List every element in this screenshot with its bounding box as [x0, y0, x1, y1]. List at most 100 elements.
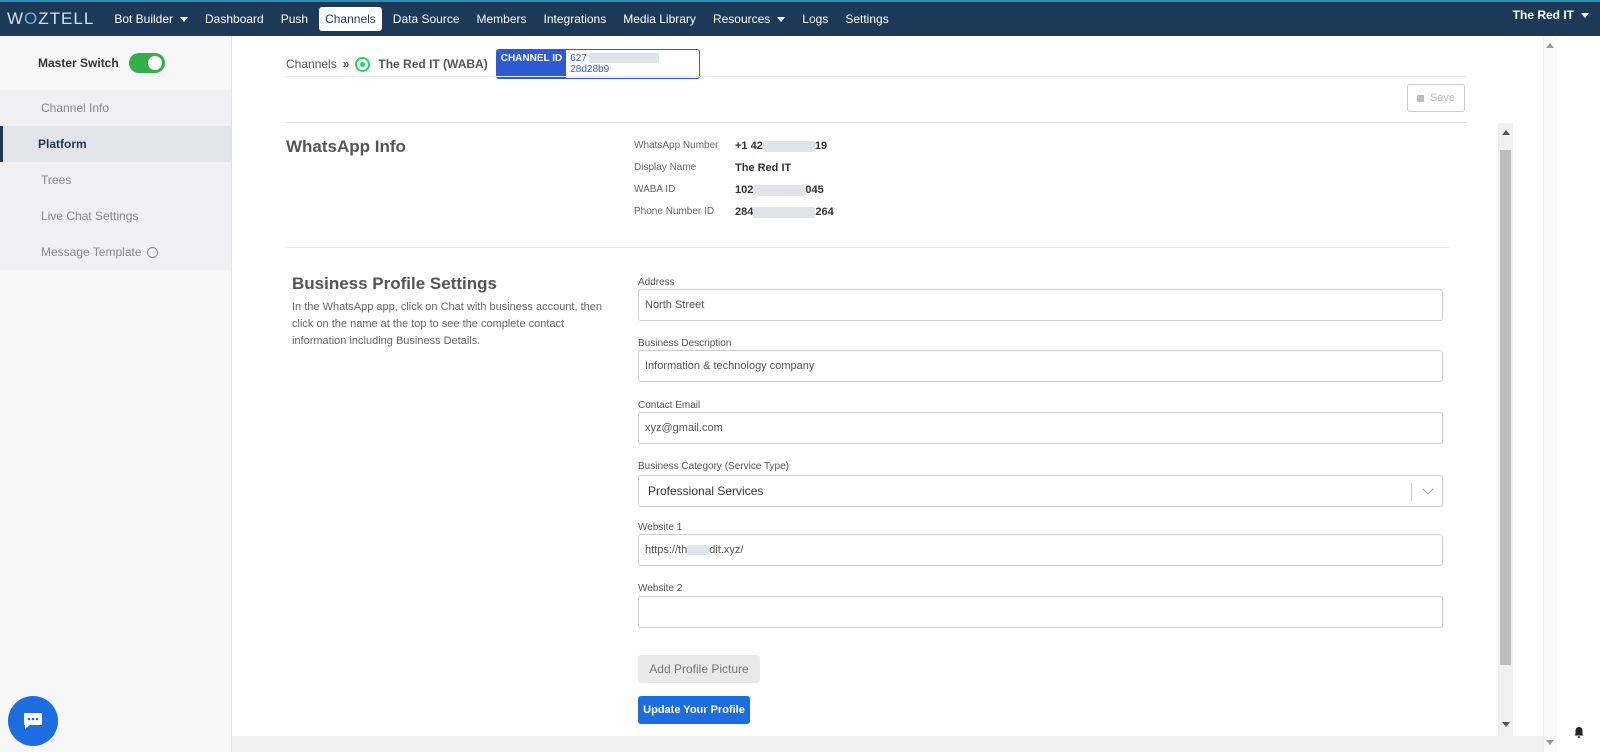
- master-switch-toggle[interactable]: [128, 53, 165, 73]
- info-label: WhatsApp Number: [634, 140, 719, 151]
- redaction-blur: [753, 184, 806, 196]
- info-label: Phone Number ID: [634, 206, 715, 217]
- update-profile-button[interactable]: Update Your Profile: [638, 696, 750, 724]
- divider: [286, 122, 1467, 123]
- value-prefix: +1 42: [735, 140, 763, 152]
- business-profile-title: Business Profile Settings: [292, 274, 497, 293]
- display-name-value: The Red IT: [735, 162, 792, 174]
- master-switch-label: Master Switch: [38, 56, 119, 70]
- nav-push[interactable]: Push: [275, 7, 314, 31]
- nav-members[interactable]: Members: [471, 7, 533, 31]
- sidebar-item-platform[interactable]: Platform: [0, 126, 231, 162]
- sidebar-menu: Channel Info Platform Trees Live Chat Se…: [0, 90, 231, 270]
- nav-settings[interactable]: Settings: [839, 7, 894, 31]
- whatsapp-number-value: +1 42 19: [735, 140, 827, 152]
- breadcrumb: Channels » The Red IT (WABA) CHANNEL ID …: [286, 49, 701, 79]
- redaction-blur: [687, 545, 710, 555]
- sidebar-item-label: Message Template: [41, 245, 142, 259]
- website-1-field[interactable]: https://th dit.xyz/: [638, 534, 1443, 566]
- channel-id-badge: CHANNEL ID 62728d28b9: [495, 49, 701, 79]
- channel-id-label: CHANNEL ID: [496, 50, 567, 78]
- website-2-field[interactable]: [638, 596, 1443, 628]
- business-profile-description: In the WhatsApp app, click on Chat with …: [292, 301, 603, 347]
- waba-id-value: 102 045: [735, 184, 824, 196]
- value-prefix: https://th: [645, 544, 688, 556]
- scroll-up-icon[interactable]: [1502, 130, 1510, 135]
- whatsapp-icon: [355, 56, 371, 72]
- nav-resources[interactable]: Resources: [707, 7, 791, 31]
- bell-icon[interactable]: [1573, 726, 1585, 738]
- select-separator: [1411, 483, 1412, 501]
- info-label: WABA ID: [634, 184, 676, 195]
- main-content: Channels » The Red IT (WABA) CHANNEL ID …: [232, 36, 1543, 736]
- contact-email-label: Contact Email: [638, 400, 701, 411]
- divider: [286, 247, 1449, 248]
- nav-data-source[interactable]: Data Source: [387, 7, 466, 31]
- redaction-blur: [753, 206, 816, 218]
- divider: [286, 76, 1467, 77]
- chevron-down-icon: [1422, 483, 1434, 495]
- value-suffix: 264: [815, 206, 834, 218]
- chevron-down-icon: [180, 16, 189, 22]
- channel-id-suffix: 28d28b9: [570, 64, 610, 75]
- save-label: Save: [1429, 92, 1456, 104]
- phone-number-id-value: 284 264: [735, 206, 834, 218]
- nav-channels[interactable]: Channels: [319, 7, 382, 31]
- nav-label: Bot Builder: [114, 12, 174, 26]
- live-chat-launcher[interactable]: [8, 696, 58, 746]
- chevron-down-icon: [777, 16, 786, 22]
- nav-media-library[interactable]: Media Library: [617, 7, 702, 31]
- nav-dashboard[interactable]: Dashboard: [199, 7, 270, 31]
- nav-logs[interactable]: Logs: [796, 7, 834, 31]
- business-category-label: Business Category (Service Type): [638, 461, 789, 472]
- business-description-label: Business Description: [638, 338, 732, 349]
- sidebar-item-message-template[interactable]: Message Template: [0, 234, 231, 270]
- website-1-label: Website 1: [638, 522, 683, 533]
- value-prefix: 284: [735, 206, 754, 218]
- nav-label: Resources: [712, 12, 771, 26]
- scroll-down-icon[interactable]: [1546, 740, 1554, 745]
- scroll-down-icon[interactable]: [1502, 722, 1510, 727]
- scroll-up-icon[interactable]: [1546, 43, 1554, 48]
- value-prefix: 102: [735, 184, 754, 196]
- redaction-blur: [588, 53, 659, 64]
- business-category-select[interactable]: Professional Services: [638, 475, 1443, 507]
- breadcrumb-channels-link[interactable]: Channels: [286, 57, 337, 71]
- redaction-blur: [762, 140, 815, 152]
- logo[interactable]: WOZTELL: [7, 9, 94, 29]
- user-name: The Red IT: [1512, 8, 1574, 22]
- value-suffix: dit.xyz/: [709, 544, 744, 556]
- nav-integrations[interactable]: Integrations: [538, 7, 613, 31]
- info-label: Display Name: [634, 162, 697, 173]
- business-description-field[interactable]: Information & technology company: [638, 350, 1443, 382]
- master-switch-row: Master Switch: [0, 36, 231, 90]
- sidebar-item-channel-info[interactable]: Channel Info: [0, 90, 231, 126]
- value-suffix: 19: [814, 140, 828, 152]
- sidebar-item-trees[interactable]: Trees: [0, 162, 231, 198]
- top-navbar: WOZTELL Bot Builder Dashboard Push Chann…: [0, 0, 1600, 36]
- whatsapp-info-title: WhatsApp Info: [286, 137, 406, 156]
- address-field[interactable]: North Street: [638, 289, 1443, 321]
- user-menu[interactable]: The Red IT: [1513, 8, 1589, 22]
- contact-email-field[interactable]: xyz@gmail.com: [638, 412, 1443, 444]
- address-label: Address: [638, 277, 675, 288]
- value-suffix: 045: [805, 184, 824, 196]
- page-scrollbar[interactable]: [1543, 36, 1557, 752]
- selected-category: Professional Services: [648, 484, 764, 498]
- nav-bot-builder[interactable]: Bot Builder: [108, 7, 194, 31]
- chevron-down-icon: [1581, 12, 1589, 18]
- channel-id-prefix: 627: [570, 53, 587, 64]
- breadcrumb-channel-name: The Red IT (WABA): [378, 57, 488, 71]
- add-profile-picture-button[interactable]: Add Profile Picture: [638, 655, 760, 683]
- whatsapp-icon: [146, 246, 158, 258]
- content-scrollbar-thumb[interactable]: [1500, 150, 1511, 665]
- save-button[interactable]: Save: [1407, 84, 1465, 112]
- channel-id-value: 62728d28b9: [566, 50, 699, 78]
- website-2-label: Website 2: [638, 583, 683, 594]
- horizontal-scrollbar[interactable]: [232, 736, 1543, 752]
- sidebar-item-live-chat-settings[interactable]: Live Chat Settings: [0, 198, 231, 234]
- toggle-knob: [147, 56, 162, 70]
- chat-icon: [24, 713, 42, 729]
- save-icon: [1416, 94, 1424, 102]
- sidebar: Master Switch Channel Info Platform Tree…: [0, 36, 232, 752]
